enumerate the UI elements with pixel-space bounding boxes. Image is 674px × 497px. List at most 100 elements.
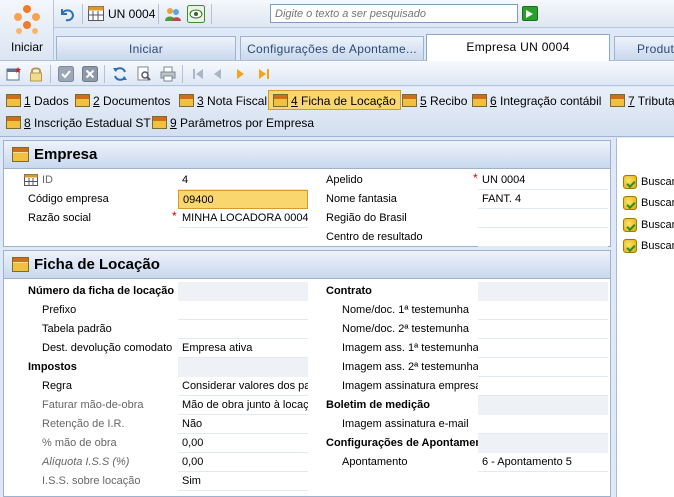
search-shield-icon <box>623 175 637 189</box>
table-icon <box>75 94 90 107</box>
table-icon <box>152 116 167 129</box>
search-go-button[interactable] <box>522 6 538 21</box>
eye-icon[interactable] <box>187 5 205 23</box>
razao-social-input[interactable]: MINHA LOCADORA 0004 <box>178 209 308 228</box>
razao-social-label: Razão social <box>28 212 91 224</box>
subtab-dados[interactable]: 1 Dados <box>2 91 73 111</box>
empresa-panel-header: Empresa <box>4 141 610 169</box>
tab-produtos[interactable]: Produt <box>614 36 674 60</box>
confirm-icon[interactable] <box>58 66 74 82</box>
empresa-title: Empresa <box>34 146 98 163</box>
contrato-label: Contrato <box>326 285 372 297</box>
users-icon[interactable] <box>164 5 182 23</box>
imagem-testemunha1-label: Imagem ass. 1ª testemunha <box>342 342 478 354</box>
imagem-empresa-label: Imagem assinatura empresa <box>342 380 478 392</box>
tab-configuracoes-apontamento[interactable]: Configurações de Apontame... <box>240 36 424 60</box>
record-toolbar <box>0 60 674 86</box>
required-marker: * <box>473 171 478 185</box>
last-record-icon[interactable] <box>256 66 272 82</box>
codigo-empresa-input[interactable]: 09400 <box>178 190 308 209</box>
subtab-tributacao[interactable]: 7 Tributa <box>606 91 674 111</box>
imagem-email-label: Imagem assinatura e-mail <box>342 418 469 430</box>
id-value: 4 <box>178 171 308 190</box>
subtab-ficha-locacao[interactable]: 4 Ficha de Locação <box>268 90 401 110</box>
table-icon <box>12 147 29 162</box>
testemunha1-input[interactable] <box>478 301 608 320</box>
aliquota-iss-input[interactable]: 0,00 <box>178 453 308 472</box>
table-icon <box>610 94 625 107</box>
subtab-inscricao-estadual-st[interactable]: 8 Inscrição Estadual ST <box>2 113 155 133</box>
search-shield-icon <box>623 196 637 210</box>
tab-iniciar[interactable]: Iniciar <box>56 36 236 60</box>
table-icon <box>273 94 288 107</box>
search-shield-icon <box>623 239 637 253</box>
print-preview-icon[interactable] <box>136 66 152 82</box>
refresh-icon[interactable] <box>112 66 128 82</box>
document-tabs: Iniciar Configurações de Apontame... Emp… <box>54 28 674 61</box>
imagem-empresa-input[interactable] <box>478 377 608 396</box>
prefixo-input[interactable] <box>178 301 308 320</box>
iss-locacao-input[interactable]: Sim <box>178 472 308 491</box>
subtab-integracao-contabil[interactable]: 6 Integração contábil <box>468 91 605 111</box>
first-record-icon[interactable] <box>190 66 206 82</box>
buscar-link[interactable]: Buscar <box>621 195 674 211</box>
subtab-nota-fiscal[interactable]: 3 Nota Fiscal <box>175 91 271 111</box>
regiao-brasil-input[interactable] <box>478 209 608 228</box>
table-icon <box>179 94 194 107</box>
boletim-spacer <box>478 396 608 415</box>
dest-devolucao-input[interactable]: Empresa ativa <box>178 339 308 358</box>
search-input[interactable] <box>270 4 518 23</box>
numero-ficha-label: Número da ficha de locação <box>28 285 175 297</box>
start-menu-tile[interactable]: Iniciar <box>0 0 54 60</box>
buscar-link[interactable]: Buscar <box>621 174 674 190</box>
pct-mao-obra-label: % mão de obra <box>42 437 117 449</box>
centro-resultado-input[interactable] <box>478 228 608 247</box>
grid-icon <box>88 6 104 21</box>
config-apontamento-label: Configurações de Apontamento <box>326 437 478 449</box>
faturar-mao-obra-input[interactable]: Mão de obra junto à locação <box>178 396 308 415</box>
retencao-ir-label: Retenção de I.R. <box>42 418 125 430</box>
regra-input[interactable]: Considerar valores dos pa <box>178 377 308 396</box>
next-record-icon[interactable] <box>232 66 248 82</box>
ficha-locacao-title: Ficha de Locação <box>34 256 160 273</box>
apelido-input[interactable]: UN 0004 <box>478 171 608 190</box>
undo-icon[interactable] <box>58 5 76 23</box>
imagem-email-input[interactable] <box>478 415 608 434</box>
subtab-parametros-empresa[interactable]: 9 Parâmetros por Empresa <box>148 113 318 133</box>
tabela-padrao-input[interactable] <box>178 320 308 339</box>
lock-icon[interactable] <box>28 66 44 82</box>
imagem-testemunha2-label: Imagem ass. 2ª testemunha <box>342 361 478 373</box>
table-icon <box>12 257 29 272</box>
contrato-spacer <box>478 282 608 301</box>
boletim-medicao-label: Boletim de medição <box>326 399 430 411</box>
regiao-brasil-label: Região do Brasil <box>326 212 407 224</box>
cancel-icon[interactable] <box>82 66 98 82</box>
table-icon <box>6 116 21 129</box>
pct-mao-obra-input[interactable]: 0,00 <box>178 434 308 453</box>
ficha-locacao-panel-header: Ficha de Locação <box>4 251 610 279</box>
centro-resultado-label: Centro de resultado <box>326 231 423 243</box>
aliquota-iss-label: Alíquota I.S.S (%) <box>42 456 130 468</box>
section-tabs: 1 Dados 2 Documentos 3 Nota Fiscal 4 Fic… <box>0 87 674 137</box>
top-toolbar: UN 0004 <box>54 0 674 28</box>
subtab-documentos[interactable]: 2 Documentos <box>71 91 174 111</box>
separator <box>182 65 183 83</box>
required-marker: * <box>172 209 177 223</box>
imagem-testemunha2-input[interactable] <box>478 358 608 377</box>
nome-fantasia-input[interactable]: FANT. 4 <box>478 190 608 209</box>
imagem-testemunha1-input[interactable] <box>478 339 608 358</box>
apontamento-input[interactable]: 6 - Apontamento 5 <box>478 453 608 472</box>
subtab-recibo[interactable]: 5 Recibo <box>398 91 471 111</box>
regra-label: Regra <box>42 380 72 392</box>
buscar-link[interactable]: Buscar <box>621 217 674 233</box>
testemunha2-input[interactable] <box>478 320 608 339</box>
start-label: Iniciar <box>10 40 43 54</box>
new-record-icon[interactable] <box>6 66 22 82</box>
previous-record-icon[interactable] <box>210 66 226 82</box>
print-icon[interactable] <box>160 66 176 82</box>
buscar-link[interactable]: Buscar <box>621 238 674 254</box>
tab-empresa[interactable]: Empresa UN 0004 <box>426 34 610 61</box>
company-selector[interactable]: UN 0004 <box>108 7 155 21</box>
retencao-ir-input[interactable]: Não <box>178 415 308 434</box>
tabela-padrao-label: Tabela padrão <box>42 323 112 335</box>
